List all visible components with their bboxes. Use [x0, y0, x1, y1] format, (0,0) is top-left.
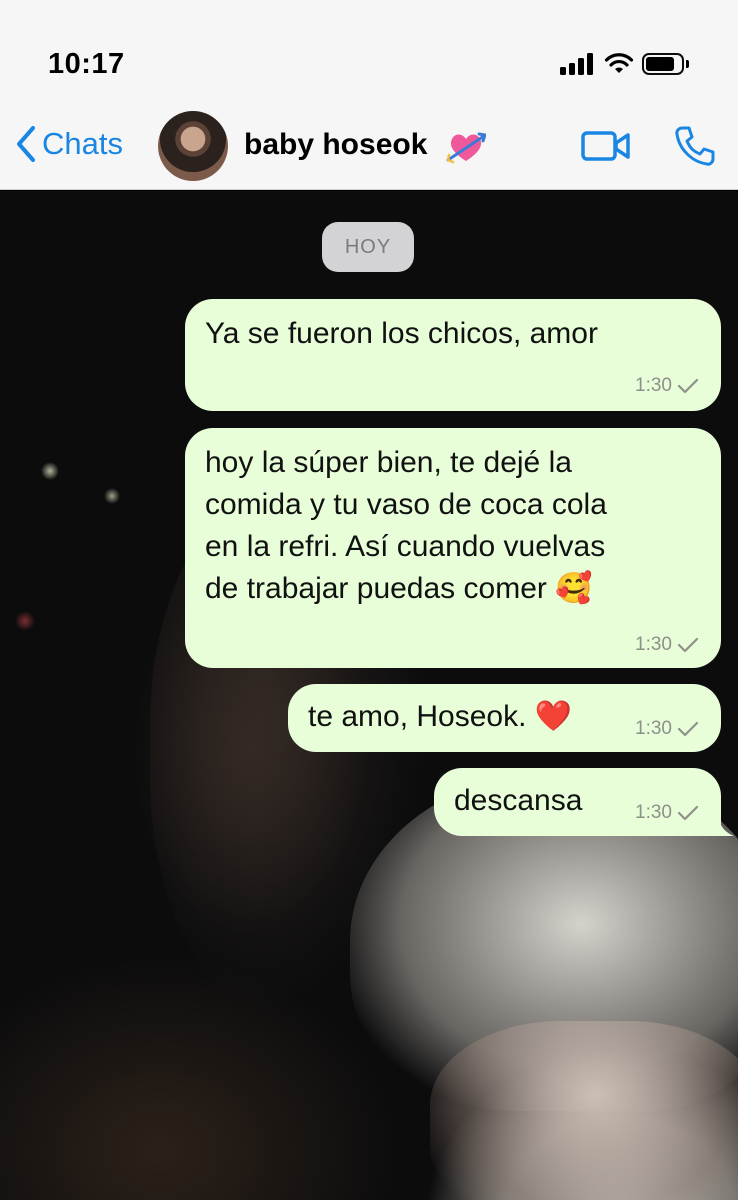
- message-time: 1:30: [635, 634, 672, 655]
- back-label: Chats: [42, 126, 123, 161]
- message-time: 1:30: [635, 375, 672, 396]
- message-text: comida y tu vaso de coca cola: [205, 488, 607, 521]
- message-bubble[interactable]: Ya se fueron los chicos, amor 1:30: [185, 299, 721, 411]
- date-separator: HOY: [322, 222, 414, 272]
- message-text: en la refri. Así cuando vuelvas: [205, 530, 606, 563]
- message-text: hoy la súper bien, te dejé la: [205, 446, 572, 479]
- battery-icon: [642, 53, 690, 75]
- message-meta: 1:30: [635, 624, 700, 666]
- message-meta: 1:30: [635, 708, 700, 750]
- message-text: descansa: [454, 784, 583, 817]
- wifi-icon: [604, 53, 634, 73]
- bubble-tail: [706, 812, 734, 836]
- status-time: 10:17: [48, 48, 125, 80]
- message-bubble[interactable]: hoy la súper bien, te dejé la comida y t…: [185, 428, 721, 668]
- message-meta: 1:30: [635, 365, 700, 407]
- checkmark-icon: [677, 721, 699, 737]
- checkmark-icon: [677, 378, 699, 394]
- checkmark-icon: [677, 805, 699, 821]
- contact-name[interactable]: baby hoseok: [244, 128, 427, 162]
- message-bubble[interactable]: descansa 1:30: [434, 768, 721, 836]
- message-bubble[interactable]: te amo, Hoseok. ❤️ 1:30: [288, 684, 721, 752]
- navigation-header: 10:17 Chats baby hoseok: [0, 0, 738, 190]
- message-text: te amo, Hoseok. ❤️: [308, 700, 573, 733]
- checkmark-icon: [677, 637, 699, 653]
- phone-icon[interactable]: [672, 124, 716, 168]
- heart-with-arrow-icon: [446, 132, 486, 164]
- message-time: 1:30: [635, 718, 672, 739]
- chevron-left-icon: [17, 126, 35, 162]
- back-to-chats-button[interactable]: Chats: [14, 124, 123, 164]
- cellular-signal-icon: [560, 53, 594, 75]
- message-text: Ya se fueron los chicos, amor: [205, 317, 598, 350]
- message-text: de trabajar puedas comer 🥰: [205, 572, 593, 605]
- video-call-icon[interactable]: [580, 127, 632, 165]
- message-meta: 1:30: [635, 792, 700, 834]
- message-time: 1:30: [635, 802, 672, 823]
- contact-avatar[interactable]: [158, 111, 228, 181]
